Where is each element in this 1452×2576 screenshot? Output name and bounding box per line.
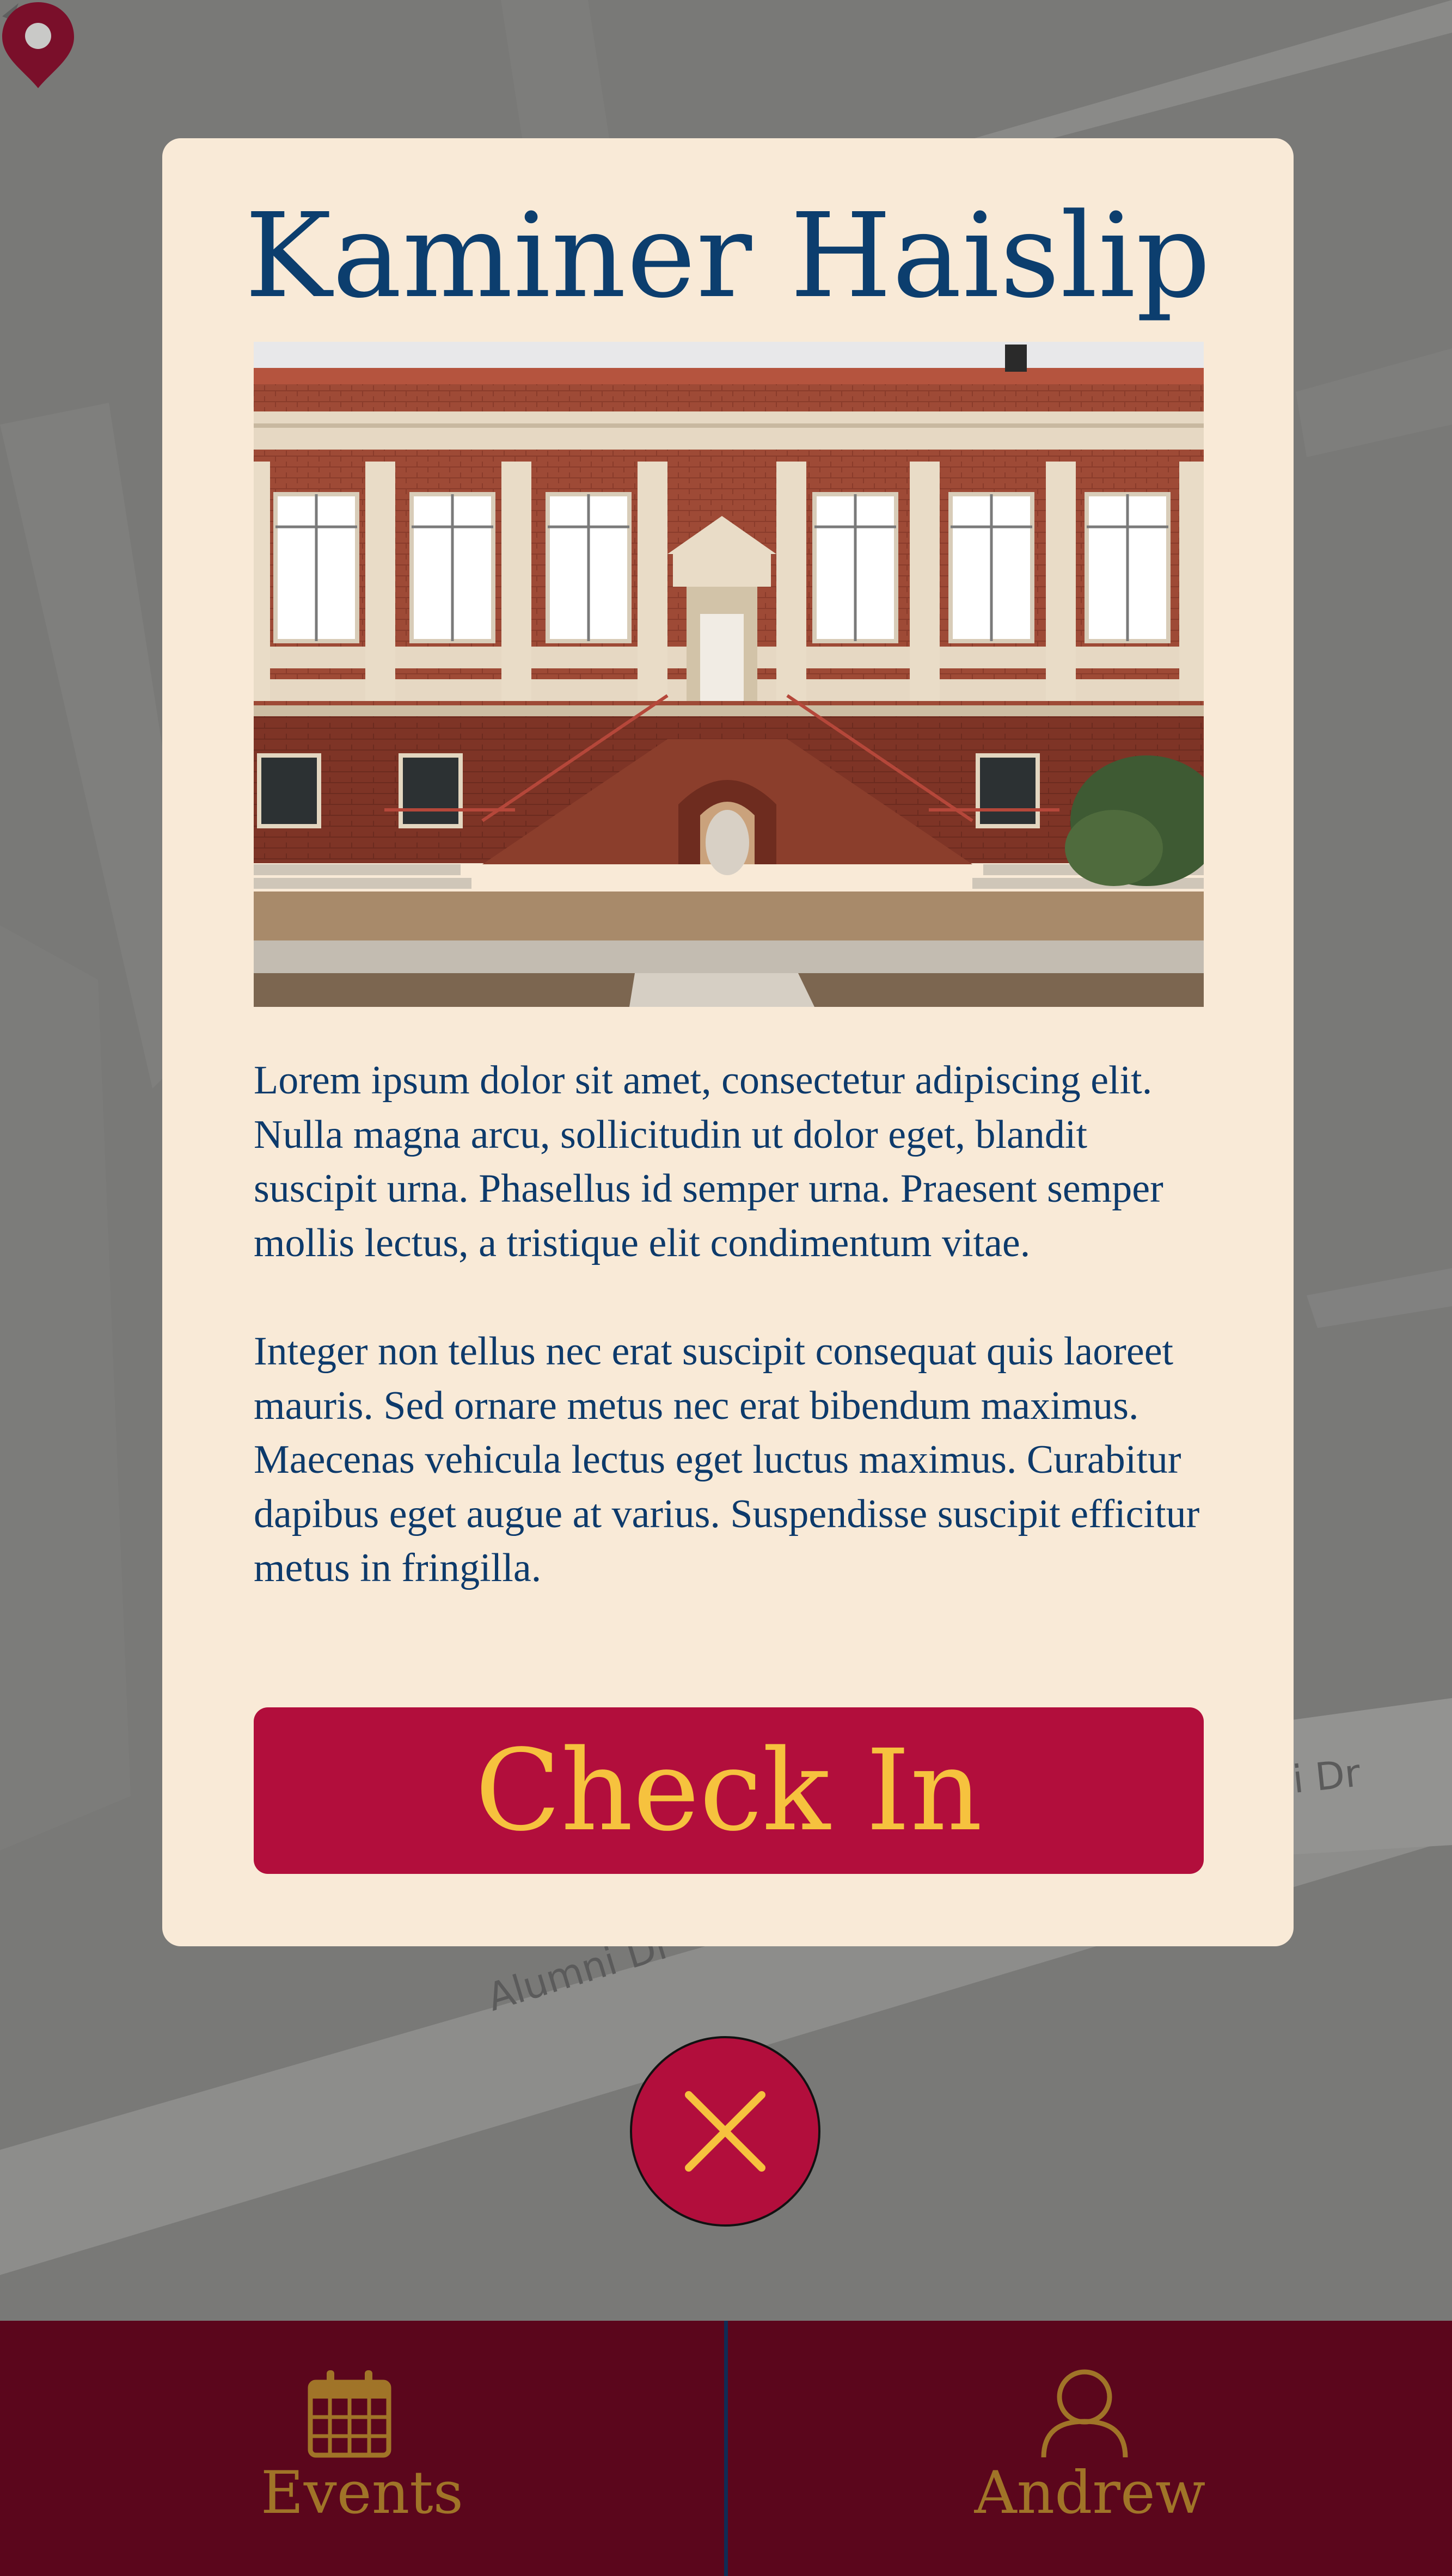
- description-paragraph: Integer non tellus nec erat suscipit con…: [254, 1329, 1200, 1590]
- tab-label: Events: [260, 2459, 464, 2527]
- map-pin-icon[interactable]: [0, 0, 76, 90]
- description-paragraph: Lorem ipsum dolor sit amet, consectetur …: [254, 1058, 1163, 1265]
- building-photo-illustration: [254, 342, 1204, 1007]
- location-detail-card: Kaminer Haislip Lorem ipsum dolor sit am…: [162, 138, 1294, 1946]
- tab-events[interactable]: Events: [0, 2321, 724, 2576]
- calendar-icon: [308, 2370, 391, 2458]
- tab-divider: [724, 2321, 728, 2576]
- close-icon: [685, 2091, 765, 2172]
- close-button[interactable]: [630, 2036, 820, 2227]
- tab-label: Andrew: [974, 2459, 1206, 2527]
- person-icon: [1041, 2369, 1128, 2458]
- location-photo: [254, 342, 1204, 1007]
- bottom-tab-bar: Events Andrew: [0, 2321, 1452, 2576]
- location-title: Kaminer Haislip: [244, 188, 1211, 324]
- check-in-button[interactable]: Check In: [254, 1707, 1204, 1874]
- tab-profile[interactable]: Andrew: [728, 2321, 1452, 2576]
- location-description: Lorem ipsum dolor sit amet, consectetur …: [254, 1054, 1212, 1650]
